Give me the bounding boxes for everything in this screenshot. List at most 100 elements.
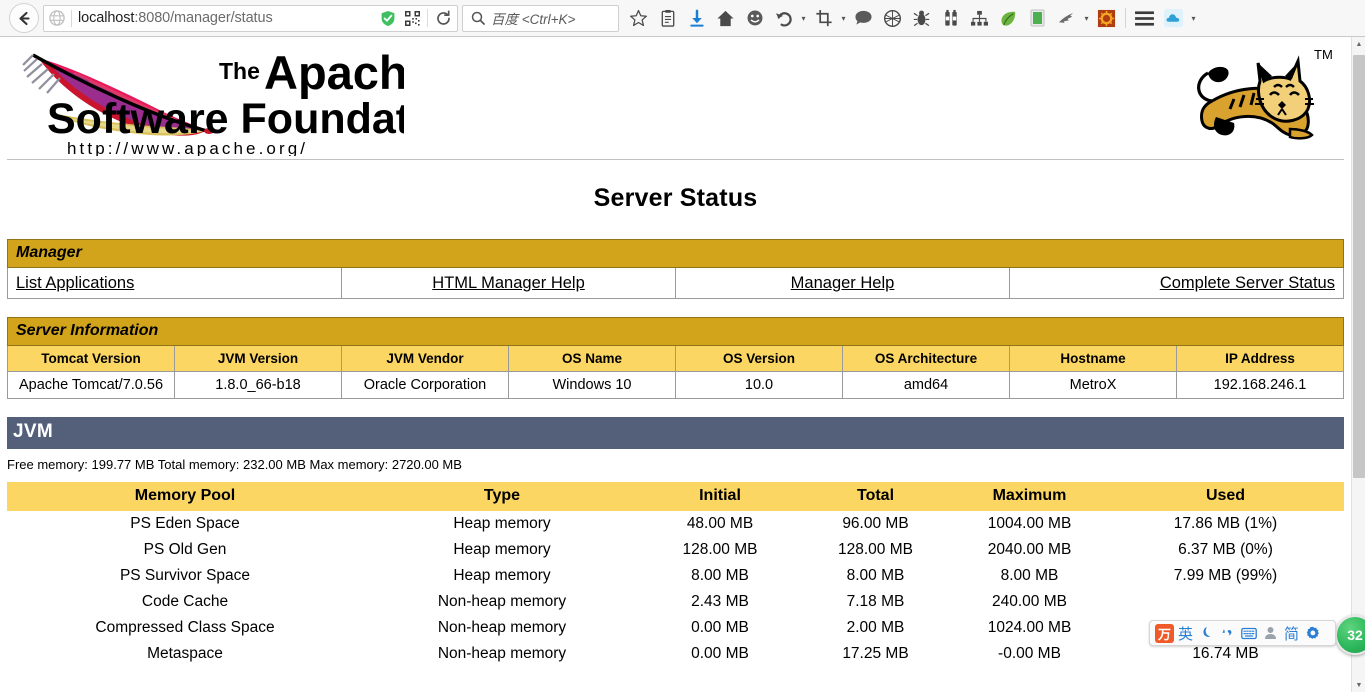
globe-grid-icon[interactable] [878, 3, 907, 33]
hamburger-menu-icon[interactable] [1130, 3, 1159, 33]
memory-cell-3-3: 7.18 MB [846, 593, 905, 610]
security-shield-icon[interactable] [376, 6, 400, 30]
search-bar[interactable]: 百度 <Ctrl+K> [462, 4, 619, 32]
manager-title: Manager [7, 239, 1344, 268]
downloads-icon[interactable] [682, 3, 711, 33]
memory-cell-2-5: 7.99 MB (99%) [1173, 567, 1278, 584]
link-complete-server-status[interactable]: Complete Server Status [1160, 274, 1335, 292]
memory-cell-3-4: 240.00 MB [992, 593, 1067, 610]
memory-cell-0-5: 17.86 MB (1%) [1173, 515, 1278, 532]
server-info-data-row: Apache Tomcat/7.0.56 1.8.0_66-b18 Oracle C… [7, 371, 1344, 399]
server-info-value-5: amd64 [842, 371, 1010, 399]
cloud-icon[interactable] [1159, 3, 1188, 33]
ime-settings-gear-icon[interactable] [1303, 622, 1322, 644]
search-icon [471, 11, 485, 25]
address-separator [71, 9, 72, 27]
batteries-icon[interactable] [936, 3, 965, 33]
ime-user-icon[interactable] [1261, 622, 1280, 644]
qr-code-icon[interactable] [400, 6, 424, 30]
ime-punctuation-icon[interactable] [1218, 622, 1237, 644]
screenshot-dropdown-caret-icon[interactable]: ▾ [838, 3, 849, 33]
server-info-header-1: JVM Version [174, 345, 342, 372]
page-scrollbar[interactable]: ▲ ▼ [1351, 37, 1365, 692]
scrollbar-track[interactable] [1352, 51, 1365, 678]
manager-link-html-manager-help[interactable]: HTML Manager Help [341, 267, 676, 299]
page-content: The Apache Software Foundation http://ww… [0, 37, 1351, 667]
scrollbar-thumb[interactable] [1353, 55, 1365, 478]
scroll-up-arrow-icon[interactable]: ▲ [1352, 37, 1365, 51]
memory-cell-5-3: 17.25 MB [842, 645, 909, 662]
memory-cell-3-1: Non-heap memory [437, 593, 567, 610]
server-info-value-4: 10.0 [675, 371, 843, 399]
memory-pool-header-row: Memory Pool Type Initial Total Maximum Used [7, 482, 1344, 511]
table-row: Code Cache Non-heap memory 2.43 MB 7.18 MB 2… [7, 589, 1344, 615]
server-info-header-5: OS Architecture [842, 345, 1010, 372]
reading-list-icon[interactable] [653, 3, 682, 33]
manager-title-row: Manager [7, 239, 1344, 268]
toolbar-divider-right [1125, 8, 1126, 28]
firefly-icon[interactable] [1052, 3, 1081, 33]
ime-language-english[interactable]: 英 [1176, 622, 1195, 644]
manager-link-list-applications[interactable]: List Applications [7, 267, 342, 299]
server-info-value-1: 1.8.0_66-b18 [174, 371, 342, 399]
smiley-icon[interactable] [740, 3, 769, 33]
cloud-dropdown-caret-icon[interactable]: ▾ [1188, 3, 1199, 33]
memory-cell-1-2: 128.00 MB [682, 541, 758, 558]
trademark-label: TM [1314, 47, 1333, 62]
ime-simplified-chinese[interactable]: 简 [1282, 622, 1301, 644]
chat-bubble-icon[interactable] [849, 3, 878, 33]
memory-cell-0-3: 96.00 MB [842, 515, 909, 532]
manager-link-complete-server-status[interactable]: Complete Server Status [1009, 267, 1344, 299]
memory-cell-0-4: 1004.00 MB [987, 515, 1072, 532]
address-bar[interactable]: localhost:8080/manager/status [43, 4, 458, 32]
link-manager-help[interactable]: Manager Help [791, 274, 895, 292]
svg-text:Apache: Apache [264, 46, 404, 99]
ime-moon-icon[interactable] [1197, 622, 1216, 644]
jvm-section-header: JVM [7, 417, 1344, 449]
memory-cell-4-0: Compressed Class Space [95, 619, 275, 636]
home-icon[interactable] [711, 3, 740, 33]
memory-cell-3-2: 2.43 MB [691, 593, 749, 610]
green-tab-icon[interactable] [1023, 3, 1052, 33]
server-info-value-0: Apache Tomcat/7.0.56 [7, 371, 175, 399]
scroll-down-arrow-icon[interactable]: ▼ [1352, 678, 1365, 692]
undo-icon[interactable] [769, 3, 798, 33]
table-row: PS Eden Space Heap memory 48.00 MB 96.00 MB… [7, 511, 1344, 537]
manager-link-manager-help[interactable]: Manager Help [675, 267, 1010, 299]
memory-cell-3-5 [1107, 589, 1344, 615]
memory-cell-1-0: PS Old Gen [143, 541, 227, 558]
link-list-applications[interactable]: List Applications [16, 274, 134, 292]
ime-logo-icon[interactable]: 万 [1155, 623, 1174, 643]
memory-cell-1-4: 2040.00 MB [987, 541, 1072, 558]
server-info-header-7: IP Address [1176, 345, 1344, 372]
back-arrow-icon [18, 11, 30, 25]
memory-cell-4-4: 1024.00 MB [987, 619, 1072, 636]
memory-cell-2-1: Heap memory [453, 567, 551, 584]
memory-cell-0-1: Heap memory [453, 515, 551, 532]
svg-text:The: The [219, 58, 260, 84]
apache-tomcat-mascot-logo: TM [1197, 47, 1333, 140]
screenshot-crop-icon[interactable] [809, 3, 838, 33]
ime-toolbar[interactable]: 万 英 简 [1149, 620, 1336, 646]
link-html-manager-help[interactable]: HTML Manager Help [432, 274, 585, 292]
memory-cell-1-5: 6.37 MB (0%) [1178, 541, 1273, 558]
leaf-icon[interactable] [994, 3, 1023, 33]
back-button[interactable] [9, 3, 39, 33]
memory-cell-1-3: 128.00 MB [838, 541, 913, 558]
memory-cell-4-1: Non-heap memory [437, 619, 567, 636]
firefly-dropdown-caret-icon[interactable]: ▾ [1081, 3, 1092, 33]
orange-sun-icon[interactable] [1092, 3, 1121, 33]
reload-button[interactable] [431, 6, 455, 30]
undo-dropdown-caret-icon[interactable]: ▾ [798, 3, 809, 33]
bookmark-star-icon[interactable] [624, 3, 653, 33]
manager-links-row: List Applications HTML Manager Help Mana… [7, 267, 1344, 299]
bug-icon[interactable] [907, 3, 936, 33]
memory-pool-header-0: Memory Pool [7, 482, 363, 511]
branding-header: The Apache Software Foundation http://ww… [7, 37, 1344, 160]
memory-pool-header-4: Maximum [952, 482, 1107, 511]
table-row: PS Survivor Space Heap memory 8.00 MB 8.00 … [7, 563, 1344, 589]
apache-software-foundation-logo: The Apache Software Foundation http://ww… [22, 46, 404, 156]
ime-keyboard-icon[interactable] [1239, 622, 1259, 644]
svg-text:Software Foundation: Software Foundation [47, 95, 404, 143]
sitemap-icon[interactable] [965, 3, 994, 33]
